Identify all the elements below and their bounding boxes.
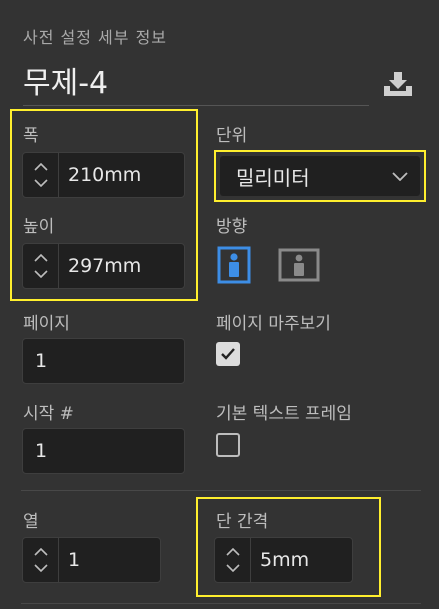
pages-value[interactable]: 1 [23, 350, 47, 372]
landscape-orientation-icon [278, 248, 320, 282]
facing-pages-label: 페이지 마주보기 [216, 314, 331, 334]
start-label: 시작 # [23, 404, 74, 424]
height-label: 높이 [23, 217, 55, 237]
chevron-up-icon[interactable] [33, 163, 48, 171]
units-highlight: 밀리미터 [214, 150, 426, 202]
height-stepper[interactable]: 297mm [22, 243, 185, 289]
units-select[interactable]: 밀리미터 [220, 156, 420, 196]
download-preset-icon [384, 72, 412, 96]
landscape-button[interactable] [277, 245, 321, 285]
portrait-button[interactable] [214, 245, 254, 285]
chevron-up-icon[interactable] [33, 548, 48, 556]
chevron-down-icon[interactable] [225, 564, 240, 572]
section-divider [21, 490, 421, 491]
pages-input[interactable]: 1 [22, 338, 185, 384]
units-label: 단위 [216, 126, 248, 146]
pages-label: 페이지 [23, 314, 70, 334]
checkmark-icon [221, 348, 235, 360]
width-stepper[interactable]: 210mm [22, 152, 185, 198]
preset-name-input[interactable]: 무제-4 [23, 62, 369, 106]
gutter-label: 단 간격 [216, 512, 269, 532]
chevron-up-icon[interactable] [33, 254, 48, 262]
start-input[interactable]: 1 [22, 428, 185, 474]
gutter-stepper-arrows[interactable] [215, 538, 251, 582]
portrait-orientation-icon [217, 246, 251, 284]
gutter-value[interactable]: 5mm [251, 549, 309, 571]
width-value[interactable]: 210mm [59, 164, 141, 186]
orientation-label: 방향 [216, 217, 248, 237]
bottom-divider [21, 603, 421, 604]
gutter-stepper[interactable]: 5mm [214, 537, 353, 583]
columns-stepper-arrows[interactable] [23, 538, 59, 582]
units-value: 밀리미터 [236, 165, 310, 190]
height-value[interactable]: 297mm [59, 255, 141, 277]
chevron-up-icon[interactable] [225, 548, 240, 556]
save-preset-button[interactable] [380, 68, 416, 100]
columns-stepper[interactable]: 1 [22, 537, 161, 583]
facing-pages-checkbox[interactable] [216, 342, 240, 366]
section-title: 사전 설정 세부 정보 [23, 28, 168, 47]
chevron-down-icon[interactable] [33, 270, 48, 278]
width-stepper-arrows[interactable] [23, 153, 59, 197]
width-label: 폭 [23, 126, 39, 146]
columns-label: 열 [23, 512, 39, 532]
primary-text-frame-checkbox[interactable] [216, 433, 240, 457]
primary-text-frame-label: 기본 텍스트 프레임 [216, 404, 352, 424]
chevron-down-icon[interactable] [33, 179, 48, 187]
chevron-down-icon [392, 171, 408, 181]
chevron-down-icon[interactable] [33, 564, 48, 572]
height-stepper-arrows[interactable] [23, 244, 59, 288]
columns-value[interactable]: 1 [59, 549, 80, 571]
start-value[interactable]: 1 [23, 440, 47, 462]
